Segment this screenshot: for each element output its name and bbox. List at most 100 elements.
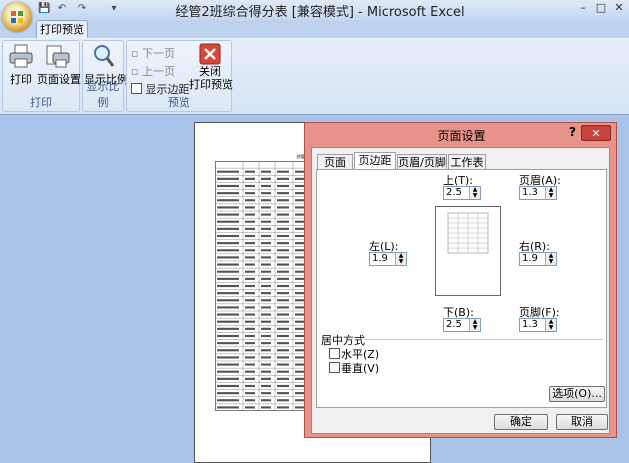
table-cell-text <box>261 270 271 273</box>
zoom-group-label: 显示比例 <box>86 80 120 109</box>
table-cell-text <box>217 213 239 216</box>
table-cell-text <box>245 227 255 230</box>
maximize-button[interactable]: □ <box>594 1 608 15</box>
close-print-preview-button[interactable]: 关闭 打印预览 <box>189 43 233 91</box>
table-cell-text <box>217 242 239 245</box>
table-cell-text <box>261 213 271 216</box>
office-button[interactable] <box>2 2 32 32</box>
print-group: 打印 页面设置 打印 <box>2 40 81 112</box>
previous-page-label: 上一页 <box>141 65 175 78</box>
dialog-close-button[interactable]: ✕ <box>581 125 611 141</box>
table-cell-text <box>277 370 289 373</box>
table-cell-text <box>261 327 271 330</box>
header-margin-spinner[interactable]: 1.3 ▲ ▼ <box>519 186 557 200</box>
options-button[interactable]: 选项(O)... <box>549 386 605 402</box>
table-cell-text <box>245 242 255 245</box>
previous-page-button[interactable]: ▫ 上一页 <box>131 63 175 79</box>
ok-button[interactable]: 确定 <box>494 414 548 430</box>
table-cell-text <box>261 234 271 238</box>
show-margins-check-icon <box>131 83 142 94</box>
tab-page[interactable]: 页面 <box>317 154 353 170</box>
preview-group: ▫ 下一页 ▫ 上一页 显示边距 关闭 打印预览 预览 <box>126 40 233 112</box>
table-cell-text <box>245 370 255 373</box>
table-cell-text <box>261 306 271 309</box>
table-cell-text <box>245 292 255 295</box>
spinner-arrows-icon[interactable]: ▲ ▼ <box>469 187 480 199</box>
table-cell-text <box>217 263 239 266</box>
table-cell-text <box>261 370 271 373</box>
center-vertical-checkbox[interactable] <box>329 362 340 373</box>
close-window-button[interactable]: ✕ <box>612 1 626 15</box>
table-cell-text <box>261 284 271 288</box>
table-cell-text <box>261 342 271 345</box>
cancel-button[interactable]: 取消 <box>556 414 608 430</box>
table-cell-text <box>277 256 289 259</box>
left-margin-spinner[interactable]: 1.9 ▲ ▼ <box>369 252 407 266</box>
table-cell-text <box>245 384 255 388</box>
tab-sheet[interactable]: 工作表 <box>448 154 486 170</box>
table-cell-text <box>277 227 289 230</box>
table-cell-text <box>277 349 289 352</box>
table-cell-text <box>217 177 239 180</box>
table-cell-text <box>261 349 271 352</box>
spinner-arrows-icon[interactable]: ▲ ▼ <box>545 319 556 331</box>
top-margin-spinner[interactable]: 2.5 ▲ ▼ <box>443 186 481 200</box>
sheet-thumbnail-icon <box>447 212 489 254</box>
table-cell-text <box>277 363 289 366</box>
table-cell-text <box>217 299 239 302</box>
next-page-icon: ▫ <box>131 47 139 60</box>
table-cell-text <box>217 227 239 230</box>
table-cell-text <box>277 392 289 395</box>
table-cell-text <box>277 206 289 209</box>
table-cell-text <box>217 349 239 352</box>
table-cell-text <box>245 306 255 309</box>
page-setup-button[interactable]: 页面设置 <box>37 43 81 87</box>
printer-icon <box>9 44 33 68</box>
next-page-button[interactable]: ▫ 下一页 <box>131 45 175 61</box>
table-cell-text <box>261 334 271 338</box>
table-cell-text <box>245 377 255 380</box>
right-margin-value: 1.9 <box>522 253 538 264</box>
table-cell-text <box>277 399 289 402</box>
tab-print-preview[interactable]: 打印预览 <box>36 20 88 38</box>
table-cell-text <box>245 284 255 288</box>
margins-panel: 上(T): 2.5 ▲ ▼ 页眉(A): 1.3 ▲ ▼ 左(L): 1.9 ▲ ▼ … <box>316 169 607 408</box>
table-cell-text <box>261 220 271 223</box>
footer-margin-spinner[interactable]: 1.3 ▲ ▼ <box>519 318 557 332</box>
spinner-arrows-icon[interactable]: ▲ ▼ <box>545 187 556 199</box>
table-cell-text <box>261 320 271 323</box>
table-cell-text <box>277 377 289 380</box>
redo-icon[interactable]: ↷ <box>76 3 88 15</box>
footer-margin-value: 1.3 <box>522 319 538 330</box>
right-margin-spinner[interactable]: 1.9 ▲ ▼ <box>519 252 557 266</box>
customize-qat-icon[interactable]: ▾ <box>108 3 120 15</box>
table-cell-text <box>277 356 289 359</box>
tab-header-footer[interactable]: 页眉/页脚 <box>397 154 447 170</box>
help-icon[interactable]: ? <box>569 125 576 139</box>
table-cell-text <box>261 242 271 245</box>
tab-margins[interactable]: 页边距 <box>354 152 396 170</box>
table-cell-text <box>277 384 289 388</box>
center-horizontal-checkbox[interactable] <box>329 348 340 359</box>
page-setup-button-label: 页面设置 <box>37 73 81 86</box>
save-icon[interactable]: 💾 <box>38 3 50 15</box>
spinner-arrows-icon[interactable]: ▲ ▼ <box>395 253 406 265</box>
undo-icon[interactable]: ↶ <box>56 3 68 15</box>
page-setup-icon <box>46 45 70 68</box>
table-cell-text <box>217 270 239 273</box>
spinner-arrows-icon[interactable]: ▲ ▼ <box>545 253 556 265</box>
table-cell-text <box>217 206 239 209</box>
table-cell-text <box>217 377 239 380</box>
table-cell-text <box>261 192 271 195</box>
table-cell-text <box>217 313 239 316</box>
table-cell-text <box>217 292 239 295</box>
table-cell-text <box>277 192 289 195</box>
print-button[interactable]: 打印 <box>7 43 35 87</box>
spinner-arrows-icon[interactable]: ▲ ▼ <box>469 319 480 331</box>
bottom-margin-spinner[interactable]: 2.5 ▲ ▼ <box>443 318 481 332</box>
dialog-body: 页面 页边距 页眉/页脚 工作表 上(T): 2.5 ▲ ▼ 页眉(A): 1.3… <box>311 147 610 434</box>
table-cell-text <box>261 184 271 188</box>
table-cell-text <box>261 313 271 316</box>
header-margin-value: 1.3 <box>522 187 538 198</box>
minimize-button[interactable]: – <box>576 1 590 15</box>
